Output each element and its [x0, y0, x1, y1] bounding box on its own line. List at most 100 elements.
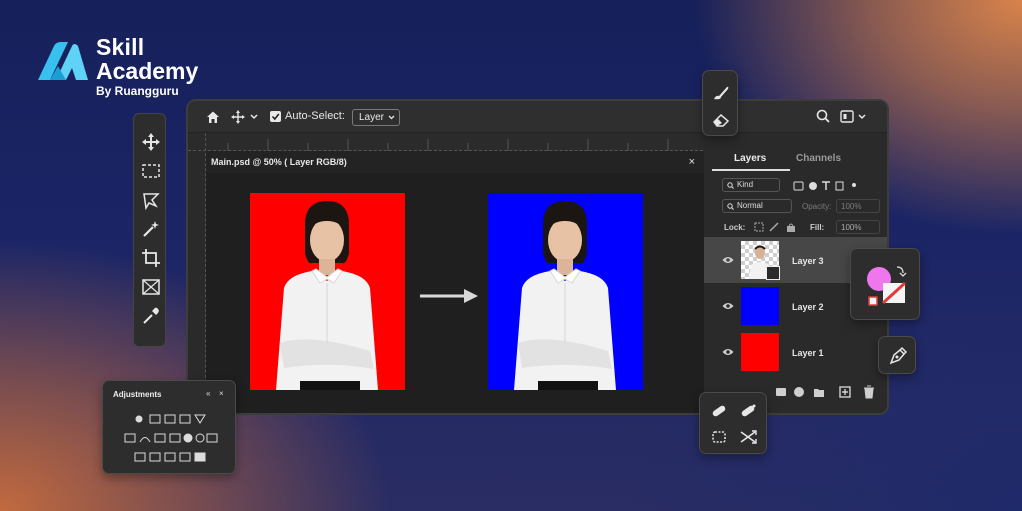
shape-fill-widget[interactable] [850, 248, 920, 320]
magic-wand-icon[interactable] [141, 219, 161, 239]
frame-tool-icon[interactable] [141, 277, 161, 297]
adjustments-panel: Adjustments « × [102, 380, 236, 474]
crop-tool-icon[interactable] [141, 248, 161, 268]
auto-select-dropdown[interactable]: Layer [352, 109, 400, 126]
pen-tool-widget[interactable] [878, 336, 916, 374]
workspace-icon[interactable] [840, 110, 854, 123]
adjustments-title: Adjustments [113, 390, 162, 399]
chevron-down-icon[interactable] [250, 114, 258, 120]
layer-row-1[interactable]: Layer 1 [704, 329, 887, 375]
arrow-right-icon [420, 289, 478, 303]
brand-sub: By Ruangguru [96, 84, 179, 98]
delete-layer-icon [864, 385, 874, 399]
levels-icon [149, 414, 161, 424]
black-white-icon [154, 433, 166, 443]
lock-label: Lock: [724, 223, 746, 232]
vertical-ruler [188, 133, 206, 413]
auto-select-value: Layer [359, 112, 385, 123]
smart-object-badge [766, 266, 780, 280]
adjustments-close-button[interactable]: × [219, 389, 224, 398]
layer-thumbnail [741, 287, 779, 325]
blend-mode-dropdown[interactable]: Normal [722, 199, 792, 213]
blend-mode-value: Normal [737, 201, 763, 210]
filter-icons [786, 180, 886, 192]
patch-tool-icon[interactable] [710, 429, 728, 445]
posterize-icon [134, 452, 146, 462]
adjustment-icons-grid[interactable] [123, 413, 219, 465]
auto-select-checkbox[interactable] [270, 111, 281, 122]
channel-mixer-icon [183, 433, 193, 443]
eyedropper-icon[interactable] [141, 306, 161, 326]
tab-channels[interactable]: Channels [796, 153, 841, 164]
filter-type-icons [793, 181, 856, 191]
visibility-eye-icon[interactable] [722, 301, 734, 311]
visibility-eye-icon[interactable] [722, 347, 734, 357]
chevron-down-icon[interactable] [858, 114, 866, 120]
portrait-illustration [514, 201, 616, 390]
auto-select-label: Auto-Select: [285, 110, 345, 122]
fill-label: Fill: [810, 223, 825, 232]
search-icon[interactable] [816, 109, 830, 123]
portrait-illustration [276, 201, 378, 390]
vibrance-icon [194, 414, 206, 424]
home-icon[interactable] [206, 110, 220, 124]
check-icon [271, 113, 280, 121]
tools-palette [133, 113, 166, 347]
collapse-button[interactable]: « [206, 389, 210, 398]
layer-name: Layer 1 [792, 348, 824, 358]
document-tab[interactable]: Main.psd @ 50% ( Layer RGB/8) × [206, 151, 704, 173]
invert-icon [206, 433, 218, 443]
new-group-icon [814, 389, 824, 397]
curves-icon [164, 414, 176, 424]
editor-window: Auto-Select: Layer Main.psd @ 50% ( Laye… [186, 99, 889, 415]
move-tool-icon[interactable] [141, 132, 161, 152]
visibility-eye-icon[interactable] [722, 255, 734, 265]
content-aware-move-icon[interactable] [739, 429, 757, 445]
document-close-button[interactable]: × [689, 156, 695, 168]
logo-mark-icon [38, 42, 88, 80]
opacity-input[interactable]: 100% [836, 199, 880, 213]
layer-name: Layer 2 [792, 302, 824, 312]
fill-value: 100% [841, 223, 862, 232]
selective-color-icon [179, 452, 191, 462]
horizontal-ruler [188, 133, 708, 151]
eraser-tool-icon[interactable] [712, 113, 730, 127]
hue-saturation-icon [124, 433, 136, 443]
move-tool-icon[interactable] [231, 110, 245, 124]
opacity-label: Opacity: [802, 202, 832, 211]
search-icon [727, 203, 734, 210]
filter-kind-value: Kind [737, 180, 754, 189]
bandage-icon[interactable] [710, 403, 728, 419]
add-mask-icon [776, 388, 786, 396]
color-lookup-icon [195, 433, 205, 443]
options-bar: Auto-Select: Layer [188, 101, 887, 133]
brightness-icon [135, 415, 143, 423]
shape-fill-icon [867, 266, 907, 306]
layer-thumbnail [741, 333, 779, 371]
chevron-down-icon [388, 115, 395, 120]
exposure-icon [179, 414, 191, 424]
document-title: Main.psd @ 50% ( Layer RGB/8) [211, 157, 347, 167]
marquee-tool-icon[interactable] [141, 161, 161, 181]
brand-logo: Skill Academy By Ruangguru [36, 36, 226, 106]
layer-actions-bar [776, 385, 874, 399]
color-balance-icon [139, 437, 151, 443]
panel-tabs: Layers Channels [704, 149, 887, 171]
tab-layers[interactable]: Layers [734, 153, 766, 164]
document-canvas[interactable]: Main.psd @ 50% ( Layer RGB/8) × [206, 151, 704, 413]
fill-input[interactable]: 100% [836, 220, 880, 234]
brush-eraser-palette [702, 70, 738, 136]
lock-icons[interactable] [754, 222, 800, 232]
photo-red-background [250, 193, 405, 390]
filter-kind-dropdown[interactable]: Kind [722, 178, 780, 192]
opacity-value: 100% [841, 202, 862, 211]
adjustment-layer-icon [794, 387, 804, 397]
threshold-icon [149, 452, 161, 462]
lasso-tool-icon[interactable] [141, 190, 161, 210]
photo-blue-background [488, 193, 643, 390]
layer-name: Layer 3 [792, 256, 824, 266]
ruler-ticks [227, 139, 669, 151]
spot-healing-icon[interactable] [739, 403, 757, 419]
photo-filter-icon [169, 433, 181, 443]
brush-tool-icon[interactable] [712, 85, 730, 101]
